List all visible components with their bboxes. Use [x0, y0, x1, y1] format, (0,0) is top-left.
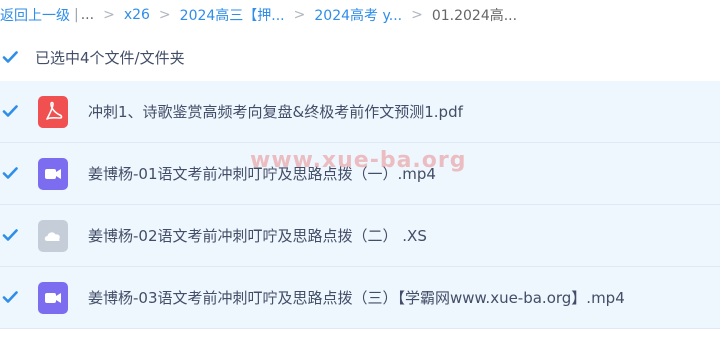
select-all-checkbox[interactable] — [2, 49, 18, 65]
chevron-right-icon: > — [103, 7, 115, 23]
file-row[interactable]: 姜博杨-01语文考前冲刺叮咛及思路点拨（一）.mp4 — [0, 143, 720, 205]
row-checkbox[interactable] — [2, 103, 18, 119]
row-checkbox[interactable] — [2, 289, 18, 305]
back-link[interactable]: 返回上一级 — [0, 5, 70, 25]
breadcrumb-divider: | — [74, 7, 79, 23]
chevron-right-icon: > — [293, 7, 306, 23]
video-icon — [38, 282, 68, 314]
cloud-file-icon — [38, 220, 68, 252]
pdf-icon — [38, 96, 68, 128]
chevron-right-icon: > — [158, 7, 171, 23]
breadcrumb-item[interactable]: 2024高考 y... — [314, 5, 402, 25]
selection-bar: 已选中4个文件/文件夹 — [0, 41, 720, 73]
breadcrumb-item[interactable]: x26 — [124, 7, 150, 23]
breadcrumb-item[interactable]: 2024高三【押... — [180, 5, 285, 25]
file-row[interactable]: 姜博杨-02语文考前冲刺叮咛及思路点拨（二） .XS — [0, 205, 720, 267]
row-checkbox[interactable] — [2, 165, 18, 181]
file-name[interactable]: 姜博杨-02语文考前冲刺叮咛及思路点拨（二） .XS — [88, 225, 427, 246]
file-row[interactable]: 姜博杨-03语文考前冲刺叮咛及思路点拨（三）【学霸网www.xue-ba.org… — [0, 267, 720, 329]
row-checkbox[interactable] — [2, 227, 18, 243]
file-list: 冲刺1、诗歌鉴赏高频考向复盘&终极考前作文预测1.pdf 姜博杨-01语文考前冲… — [0, 81, 720, 329]
breadcrumb-ellipsis[interactable]: ... — [81, 7, 94, 23]
selection-count: 已选中4个文件/文件夹 — [35, 49, 185, 67]
video-icon — [38, 158, 68, 190]
chevron-right-icon: > — [411, 7, 423, 23]
file-name[interactable]: 姜博杨-03语文考前冲刺叮咛及思路点拨（三）【学霸网www.xue-ba.org… — [88, 287, 625, 308]
file-name[interactable]: 姜博杨-01语文考前冲刺叮咛及思路点拨（一）.mp4 — [88, 163, 436, 184]
breadcrumb: 返回上一级 | ... > x26 > 2024高三【押... > 2024高考… — [0, 0, 720, 30]
file-name[interactable]: 冲刺1、诗歌鉴赏高频考向复盘&终极考前作文预测1.pdf — [88, 101, 463, 122]
breadcrumb-current: 01.2024高... — [431, 8, 518, 24]
file-row[interactable]: 冲刺1、诗歌鉴赏高频考向复盘&终极考前作文预测1.pdf — [0, 81, 720, 143]
